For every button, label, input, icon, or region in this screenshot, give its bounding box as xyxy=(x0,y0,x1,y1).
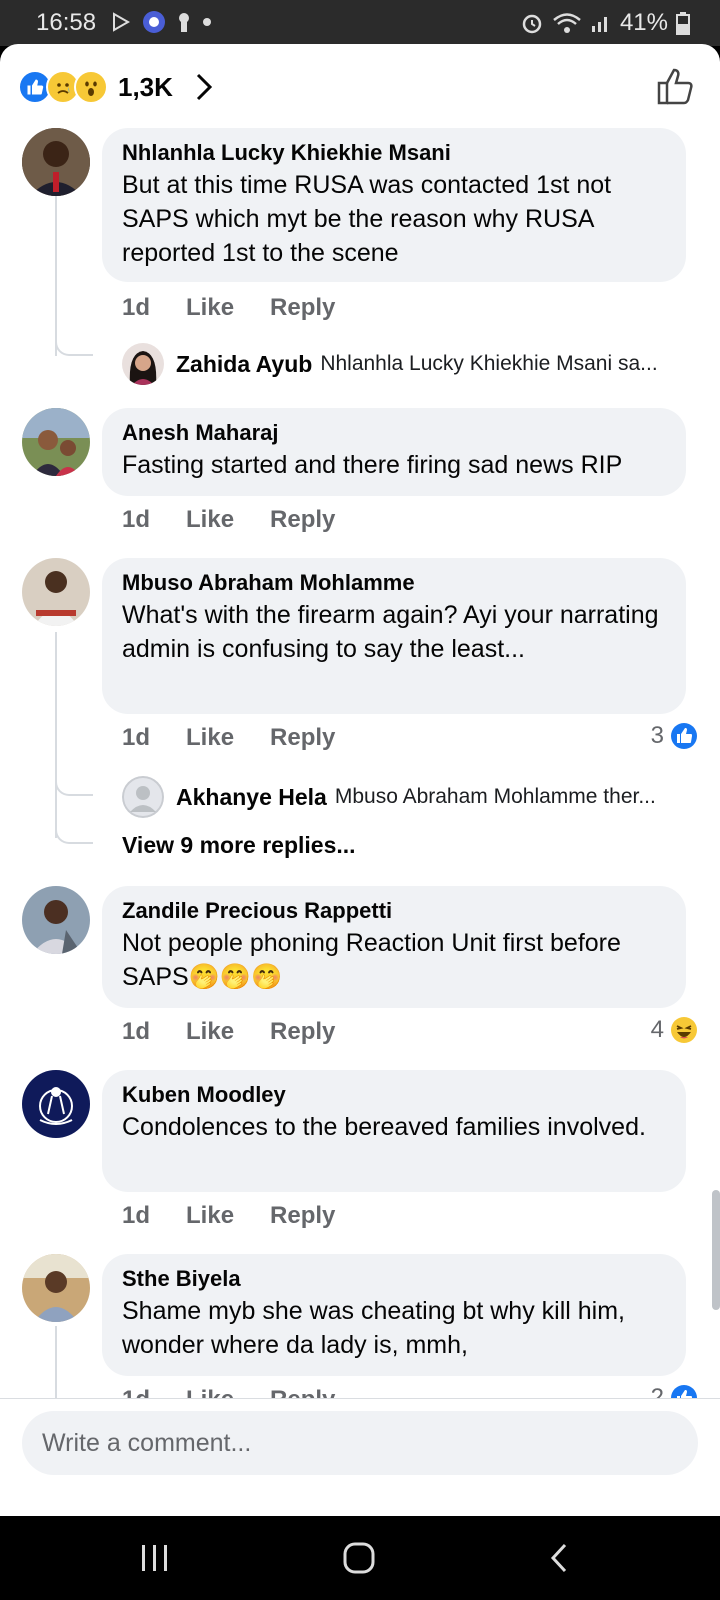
like-icon xyxy=(671,723,697,749)
comment-reactions[interactable]: 4 xyxy=(651,1016,698,1044)
comment-actions: 1d Like Reply xyxy=(122,506,335,534)
reply-button[interactable]: Reply xyxy=(270,1202,335,1230)
avatar[interactable] xyxy=(22,1254,90,1322)
reply-button[interactable]: Reply xyxy=(270,506,335,534)
comment-text: What's with the firearm again? Ayi your … xyxy=(122,601,659,663)
avatar xyxy=(122,343,164,385)
home-icon xyxy=(343,1542,375,1574)
wifi-icon xyxy=(553,13,581,33)
comment-text: Shame myb she was cheating bt why kill h… xyxy=(122,1297,625,1359)
like-button[interactable]: Like xyxy=(186,724,234,752)
comment-author[interactable]: Nhlanhla Lucky Khiekhie Msani xyxy=(122,140,666,166)
scrollbar[interactable] xyxy=(712,1190,720,1310)
reply-button[interactable]: Reply xyxy=(270,1018,335,1046)
system-nav-bar xyxy=(0,1516,720,1600)
comment-text: Fasting started and there firing sad new… xyxy=(122,451,623,479)
play-store-icon xyxy=(113,12,131,32)
reply-preview[interactable]: Akhanye Hela Mbuso Abraham Mohlamme ther… xyxy=(122,776,702,818)
comment-bubble: Mbuso Abraham Mohlamme What's with the f… xyxy=(102,558,686,714)
comment-bubble: Kuben Moodley Condolences to the bereave… xyxy=(102,1070,686,1192)
comment-composer: Write a comment... xyxy=(0,1398,720,1516)
avatar xyxy=(122,776,164,818)
comment-text: But at this time RUSA was contacted 1st … xyxy=(122,171,612,267)
comment-author[interactable]: Zandile Precious Rappetti xyxy=(122,898,666,924)
back-button[interactable] xyxy=(534,1536,584,1580)
comment-age: 1d xyxy=(122,1018,151,1045)
comment-age: 1d xyxy=(122,506,151,533)
haha-icon xyxy=(671,1017,697,1043)
app-notification-icon xyxy=(143,11,165,33)
comment-actions: 1d Like Reply xyxy=(122,294,335,322)
battery-percent: 41% xyxy=(619,9,668,36)
comment-author[interactable]: Mbuso Abraham Mohlamme xyxy=(122,570,666,596)
avatar[interactable] xyxy=(22,1070,90,1138)
keyhole-icon xyxy=(179,13,189,32)
reply-button[interactable]: Reply xyxy=(270,294,335,322)
wow-icon xyxy=(74,70,108,104)
reaction-count: 4 xyxy=(650,1016,664,1043)
reactions-header: 1,3K xyxy=(0,44,720,128)
comment-bubble: Zandile Precious Rappetti Not people pho… xyxy=(102,886,686,1008)
comment-author[interactable]: Kuben Moodley xyxy=(122,1082,666,1108)
view-more-replies-link[interactable]: View 9 more replies... xyxy=(122,832,356,859)
battery-icon xyxy=(676,12,690,35)
comment-age: 1d xyxy=(122,724,151,751)
comment-reactions[interactable]: 3 xyxy=(651,722,698,750)
avatar[interactable] xyxy=(22,128,90,196)
reaction-count: 3 xyxy=(650,722,664,749)
avatar[interactable] xyxy=(22,886,90,954)
comment-input[interactable]: Write a comment... xyxy=(22,1411,698,1475)
reactions-summary[interactable]: 1,3K xyxy=(18,70,213,104)
status-bar: 16:58 41% xyxy=(0,0,720,46)
comment-emoji: 🤭🤭🤭 xyxy=(188,963,283,991)
recents-button[interactable] xyxy=(130,1536,180,1580)
reaction-count: 1,3K xyxy=(118,71,173,102)
comment-bubble: Sthe Biyela Shame myb she was cheating b… xyxy=(102,1254,686,1376)
alarm-icon xyxy=(522,14,542,34)
reply-text: Nhlanhla Lucky Khiekhie Msani sa... xyxy=(320,352,658,375)
comment-author[interactable]: Anesh Maharaj xyxy=(122,420,666,446)
like-button[interactable]: Like xyxy=(186,506,234,534)
like-button[interactable]: Like xyxy=(186,1018,234,1046)
like-button[interactable]: Like xyxy=(186,294,234,322)
reply-author: Akhanye Hela xyxy=(176,783,327,810)
comment-age: 1d xyxy=(122,1202,151,1229)
comment-bubble: Nhlanhla Lucky Khiekhie Msani But at thi… xyxy=(102,128,686,282)
reply-button[interactable]: Reply xyxy=(270,724,335,752)
reply-author: Zahida Ayub xyxy=(176,350,313,377)
reply-text: Mbuso Abraham Mohlamme ther... xyxy=(334,785,656,808)
signal-icon xyxy=(591,17,607,32)
comment-actions: 1d Like Reply xyxy=(122,1202,335,1230)
back-icon xyxy=(550,1543,567,1573)
like-post-icon[interactable] xyxy=(656,66,696,106)
comment-actions: 1d Like Reply xyxy=(122,1018,335,1046)
chevron-right-icon xyxy=(196,73,213,101)
status-time: 16:58 xyxy=(36,9,97,36)
reply-preview[interactable]: Zahida Ayub Nhlanhla Lucky Khiekhie Msan… xyxy=(122,343,702,385)
recents-icon xyxy=(142,1545,167,1571)
avatar[interactable] xyxy=(22,558,90,626)
comment-age: 1d xyxy=(122,294,151,321)
dot-icon xyxy=(203,18,211,26)
comments-sheet: 1,3K Nhlanhla Lucky Khiekhie Msani But a… xyxy=(0,44,720,1516)
comment-text: Condolences to the bereaved families inv… xyxy=(122,1113,646,1141)
comment-author[interactable]: Sthe Biyela xyxy=(122,1266,666,1292)
like-button[interactable]: Like xyxy=(186,1202,234,1230)
avatar[interactable] xyxy=(22,408,90,476)
comment-actions: 1d Like Reply xyxy=(122,724,335,752)
home-button[interactable] xyxy=(334,1536,384,1580)
comment-bubble: Anesh Maharaj Fasting started and there … xyxy=(102,408,686,496)
